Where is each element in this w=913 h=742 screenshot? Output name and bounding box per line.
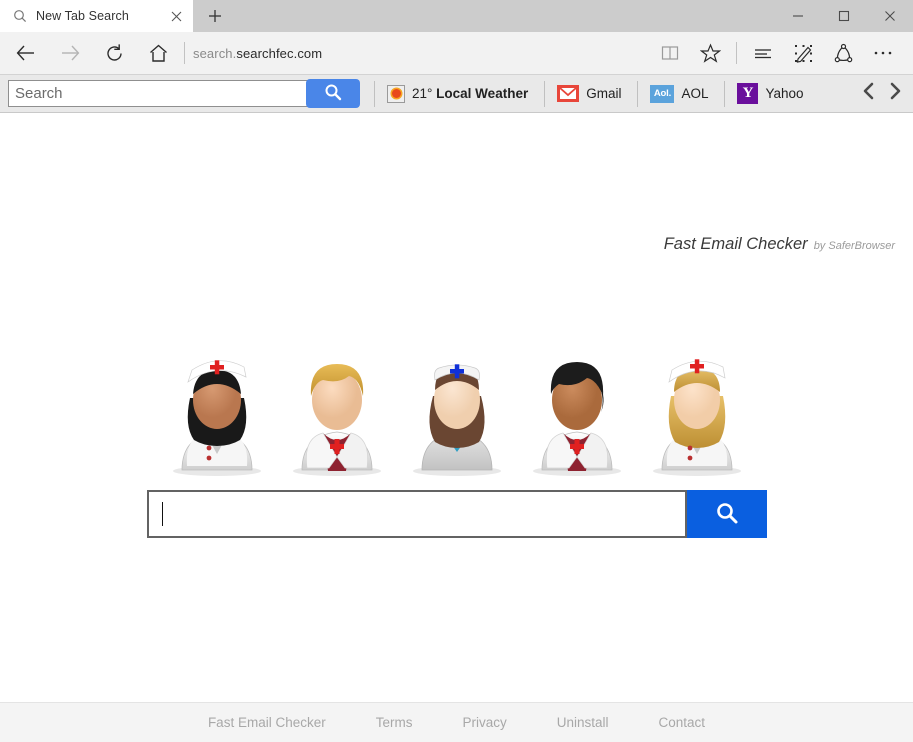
url-domain: searchfec.com xyxy=(236,45,323,61)
maximize-button[interactable] xyxy=(821,0,867,32)
search-input[interactable] xyxy=(8,80,308,107)
hero-search-input-wrap xyxy=(146,490,687,538)
gmail-envelope-icon xyxy=(557,85,580,102)
url-scheme-host: search. xyxy=(193,45,237,61)
home-icon[interactable] xyxy=(136,34,180,72)
search-button[interactable] xyxy=(306,79,360,108)
toolbar-search-group xyxy=(8,79,360,108)
toolbar-link-gmail[interactable]: Gmail xyxy=(555,85,623,102)
refresh-icon[interactable] xyxy=(92,34,136,72)
divider xyxy=(544,80,546,107)
more-icon[interactable] xyxy=(863,34,903,72)
footer-link-contact[interactable]: Contact xyxy=(659,715,706,730)
forward-arrow-icon[interactable] xyxy=(48,34,92,72)
tab-strip-empty-area xyxy=(237,0,775,32)
aol-icon: Aol. xyxy=(650,84,675,103)
toolbar-link-label: 21° Local Weather xyxy=(412,86,528,101)
brand-heading: Fast Email Checker by SaferBrowser xyxy=(664,235,895,254)
hero-search-button[interactable] xyxy=(686,490,767,538)
page-footer: Fast Email Checker Terms Privacy Uninsta… xyxy=(0,702,913,742)
tab-title: New Tab Search xyxy=(36,9,129,23)
weather-label: Local Weather xyxy=(436,86,529,101)
weather-temperature: 21° xyxy=(412,86,437,101)
window-controls xyxy=(775,0,913,32)
new-tab-button[interactable] xyxy=(193,0,237,32)
toolbar-link-local-weather[interactable]: 21° Local Weather xyxy=(385,84,530,103)
toolbar-link-label: AOL xyxy=(681,86,709,101)
web-note-icon[interactable] xyxy=(783,34,823,72)
tab-strip: New Tab Search xyxy=(0,0,913,32)
saferbrowser-toolbar: 21° Local Weather Gmail Aol. AOL Y Yahoo xyxy=(0,74,913,113)
browser-tab[interactable]: New Tab Search xyxy=(0,0,193,32)
footer-link-privacy[interactable]: Privacy xyxy=(462,715,506,730)
close-button[interactable] xyxy=(867,0,913,32)
back-arrow-icon[interactable] xyxy=(4,34,48,72)
minimize-button[interactable] xyxy=(775,0,821,32)
address-bar: search.searchfec.com xyxy=(0,32,913,74)
hero-search-row xyxy=(146,490,767,538)
divider xyxy=(736,42,737,64)
url-input[interactable]: search.searchfec.com xyxy=(193,34,650,72)
doctor-dark-hair xyxy=(517,338,637,478)
footer-link-uninstall[interactable]: Uninstall xyxy=(557,715,609,730)
brand-title: Fast Email Checker xyxy=(663,235,808,253)
yahoo-icon: Y xyxy=(737,83,759,104)
divider xyxy=(724,80,726,107)
search-icon xyxy=(12,8,28,24)
divider xyxy=(637,80,639,107)
magnifier-icon xyxy=(714,500,740,529)
nurse-blonde-hair-red-cross-cap xyxy=(637,338,757,478)
share-icon[interactable] xyxy=(823,34,863,72)
close-icon[interactable] xyxy=(167,7,185,25)
page-content: Fast Email Checker by SaferBrowser Fast … xyxy=(0,113,913,742)
hero-search-input[interactable] xyxy=(146,490,687,538)
doctor-blond-hair xyxy=(277,338,397,478)
avatar-row xyxy=(157,338,757,478)
toolbar-link-yahoo[interactable]: Y Yahoo xyxy=(735,83,805,104)
footer-link-fast-email-checker[interactable]: Fast Email Checker xyxy=(208,715,326,730)
text-cursor xyxy=(161,502,163,526)
reading-view-icon[interactable] xyxy=(650,34,690,72)
chevron-right-icon[interactable] xyxy=(887,82,903,105)
chevron-left-icon[interactable] xyxy=(861,82,877,105)
favorites-star-icon[interactable] xyxy=(690,34,730,72)
nurse-brown-hair-blue-cross-cap xyxy=(397,338,517,478)
toolbar-link-label: Yahoo xyxy=(765,86,804,101)
magnifier-icon xyxy=(323,82,343,105)
brand-byline: by SaferBrowser xyxy=(813,240,895,252)
toolbar-link-aol[interactable]: Aol. AOL xyxy=(648,84,710,103)
footer-link-terms[interactable]: Terms xyxy=(376,715,413,730)
toolbar-nav-arrows xyxy=(861,82,913,105)
divider xyxy=(184,42,185,64)
divider xyxy=(374,80,375,107)
nurse-dark-hair-red-cross-cap xyxy=(157,338,277,478)
address-bar-actions xyxy=(650,34,903,72)
hub-icon[interactable] xyxy=(743,34,783,72)
browser-window: New Tab Search search.searchfec.com Sear… xyxy=(0,0,913,742)
weather-sun-icon xyxy=(387,84,405,103)
hero-section xyxy=(0,338,913,538)
toolbar-link-label: Gmail xyxy=(586,86,622,101)
